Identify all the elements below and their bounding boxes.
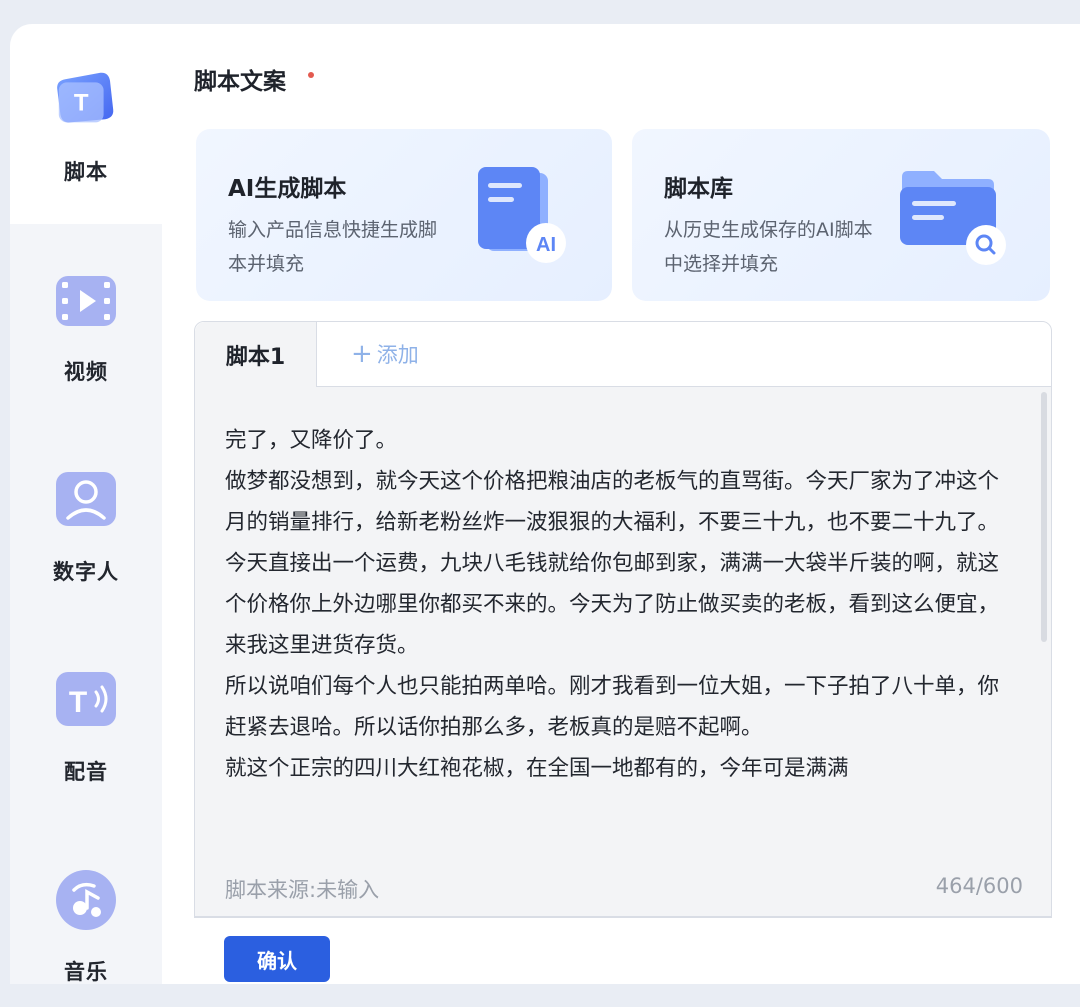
script-source-label: 脚本来源:未输入 xyxy=(225,878,380,902)
video-icon xyxy=(54,268,118,332)
script-paragraph: 今天直接出一个运费，九块八毛钱就给你包邮到家，满满一大袋半斤装的啊，就这个价格你… xyxy=(225,551,1000,658)
tab-script-1[interactable]: 脚本1 xyxy=(195,322,317,387)
ai-document-icon: AI xyxy=(472,167,572,271)
sidebar-item-label: 配音 xyxy=(64,760,108,784)
script-library-card[interactable]: 脚本库 从历史生成保存的AI脚本中选择并填充 xyxy=(632,129,1050,301)
script-tab-bar: 脚本1 + 添加 xyxy=(195,322,1051,387)
script-paragraph: 就这个正宗的四川大红袍花椒，在全国一地都有的，今年可是满满 xyxy=(225,756,849,781)
sidebar-item-script[interactable]: T 脚本 xyxy=(10,24,162,224)
card-description: 从历史生成保存的AI脚本中选择并填充 xyxy=(664,219,873,275)
script-paragraph: 所以说咱们每个人也只能拍两单哈。刚才我看到一位大姐，一下子拍了八十单，你赶紧去退… xyxy=(225,674,1000,740)
script-panel: T 脚本 视频 数字人 T 配音 音乐 脚本文案 AI生成脚本 输入产品信息快捷… xyxy=(10,24,1080,984)
sidebar-item-label: 音乐 xyxy=(64,960,108,984)
sidebar-item-voiceover[interactable]: T 配音 xyxy=(10,624,162,824)
script-editor: 脚本1 + 添加 完了，又降价了。 做梦都没想到，就今天这个价格把粮油店的老板气… xyxy=(194,321,1052,918)
add-tab-label: 添加 xyxy=(376,343,419,367)
script-textarea[interactable]: 完了，又降价了。 做梦都没想到，就今天这个价格把粮油店的老板气的直骂街。今天厂家… xyxy=(225,420,1015,860)
digital-human-icon xyxy=(54,468,118,532)
voiceover-icon: T xyxy=(54,668,118,732)
ai-badge: AI xyxy=(536,234,556,256)
ai-generate-card[interactable]: AI生成脚本 输入产品信息快捷生成脚本并填充 AI xyxy=(196,129,612,301)
card-description: 输入产品信息快捷生成脚本并填充 xyxy=(228,219,438,275)
music-icon xyxy=(54,868,118,932)
required-indicator xyxy=(308,72,314,78)
folder-search-icon xyxy=(890,167,1010,271)
card-title: AI生成脚本 xyxy=(228,176,347,202)
confirm-button[interactable]: 确认 xyxy=(224,936,330,982)
character-counter: 464/600 xyxy=(935,874,1023,898)
sidebar: T 脚本 视频 数字人 T 配音 音乐 xyxy=(10,24,162,984)
divider xyxy=(194,916,1052,917)
sidebar-item-label: 脚本 xyxy=(64,160,108,184)
sidebar-item-music[interactable]: 音乐 xyxy=(10,824,162,984)
plus-icon: + xyxy=(351,339,373,369)
sidebar-item-digital-human[interactable]: 数字人 xyxy=(10,424,162,624)
script-icon: T xyxy=(54,68,118,132)
svg-text:T: T xyxy=(74,89,89,116)
script-paragraph: 完了，又降价了。 xyxy=(225,428,398,453)
script-paragraph: 做梦都没想到，就今天这个价格把粮油店的老板气的直骂街。今天厂家为了冲这个月的销量… xyxy=(225,469,1000,535)
sidebar-item-video[interactable]: 视频 xyxy=(10,224,162,424)
add-script-tab-button[interactable]: + 添加 xyxy=(351,339,419,369)
sidebar-item-label: 视频 xyxy=(64,360,108,384)
scrollbar[interactable] xyxy=(1041,392,1047,642)
sidebar-item-label: 数字人 xyxy=(53,560,119,584)
page-title: 脚本文案 xyxy=(194,69,286,95)
svg-text:T: T xyxy=(69,686,87,719)
card-title: 脚本库 xyxy=(664,176,733,202)
